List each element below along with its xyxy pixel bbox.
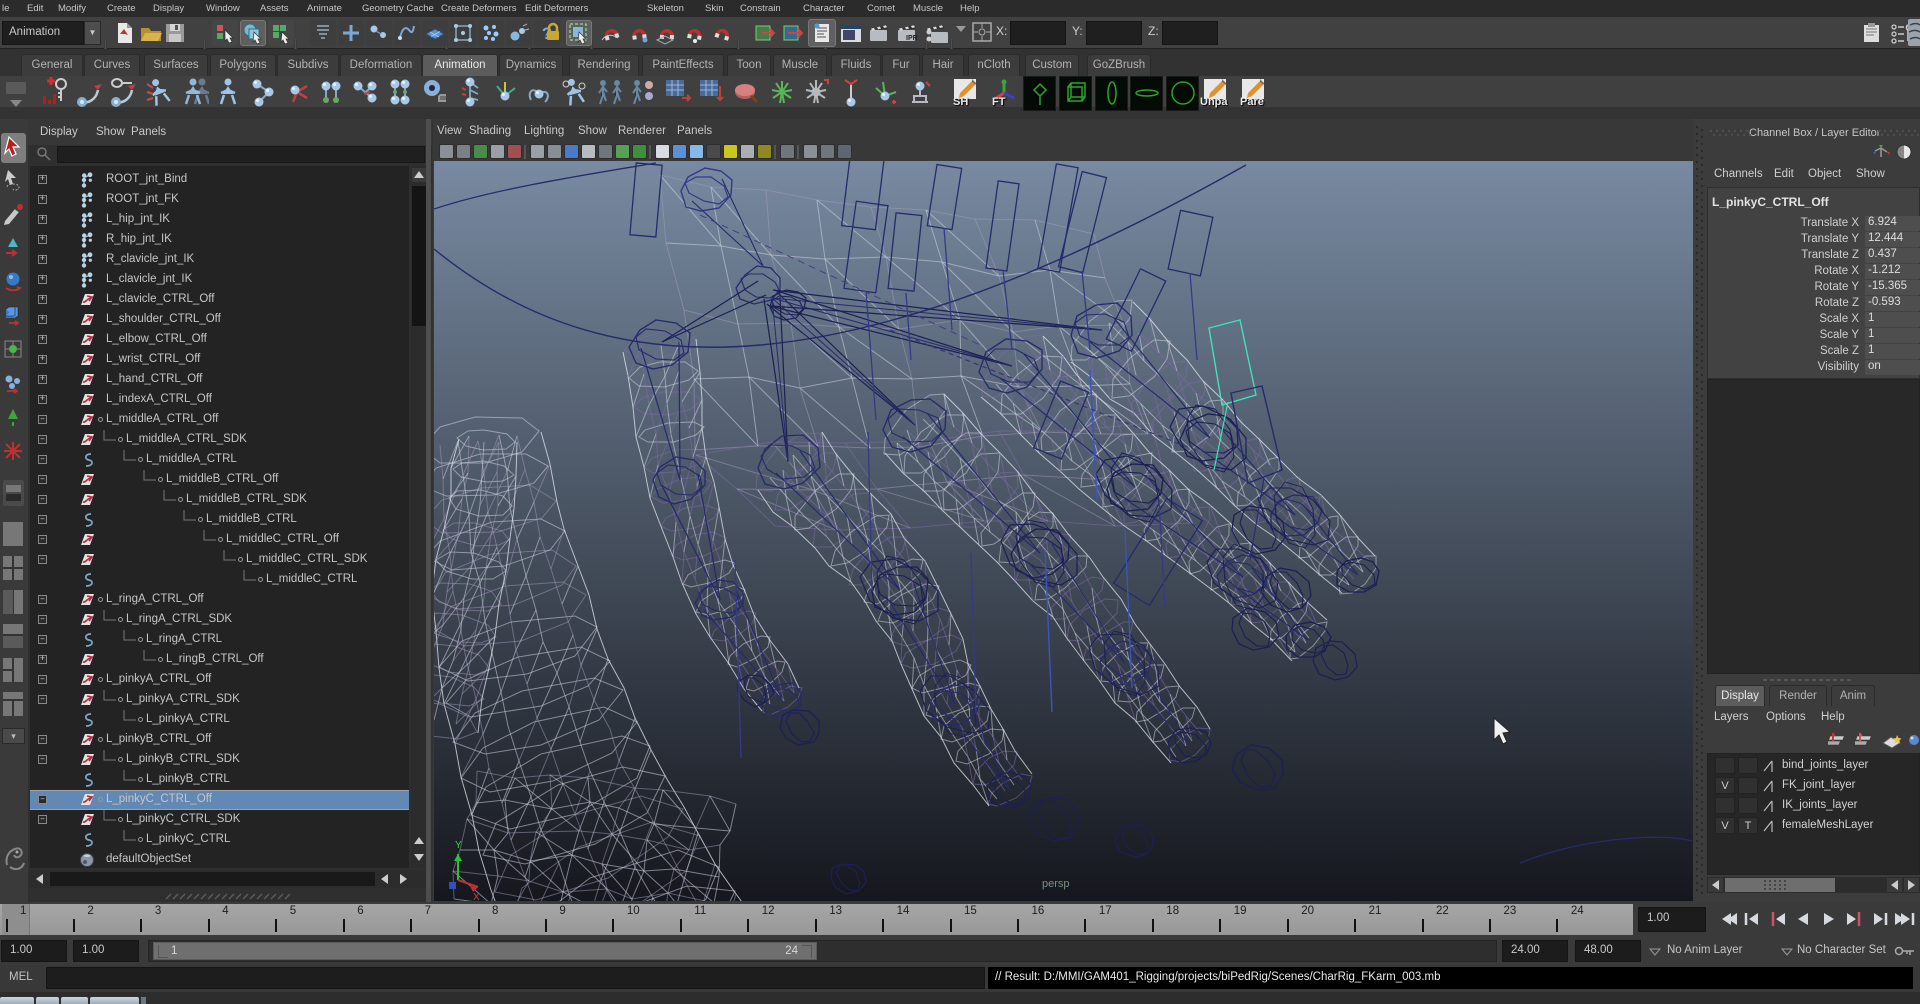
svg-text:Y: Y [455,840,462,851]
svg-text:persp: persp [1042,878,1070,890]
svg-text:X: X [473,892,480,901]
svg-text:IPR: IPR [906,35,918,42]
